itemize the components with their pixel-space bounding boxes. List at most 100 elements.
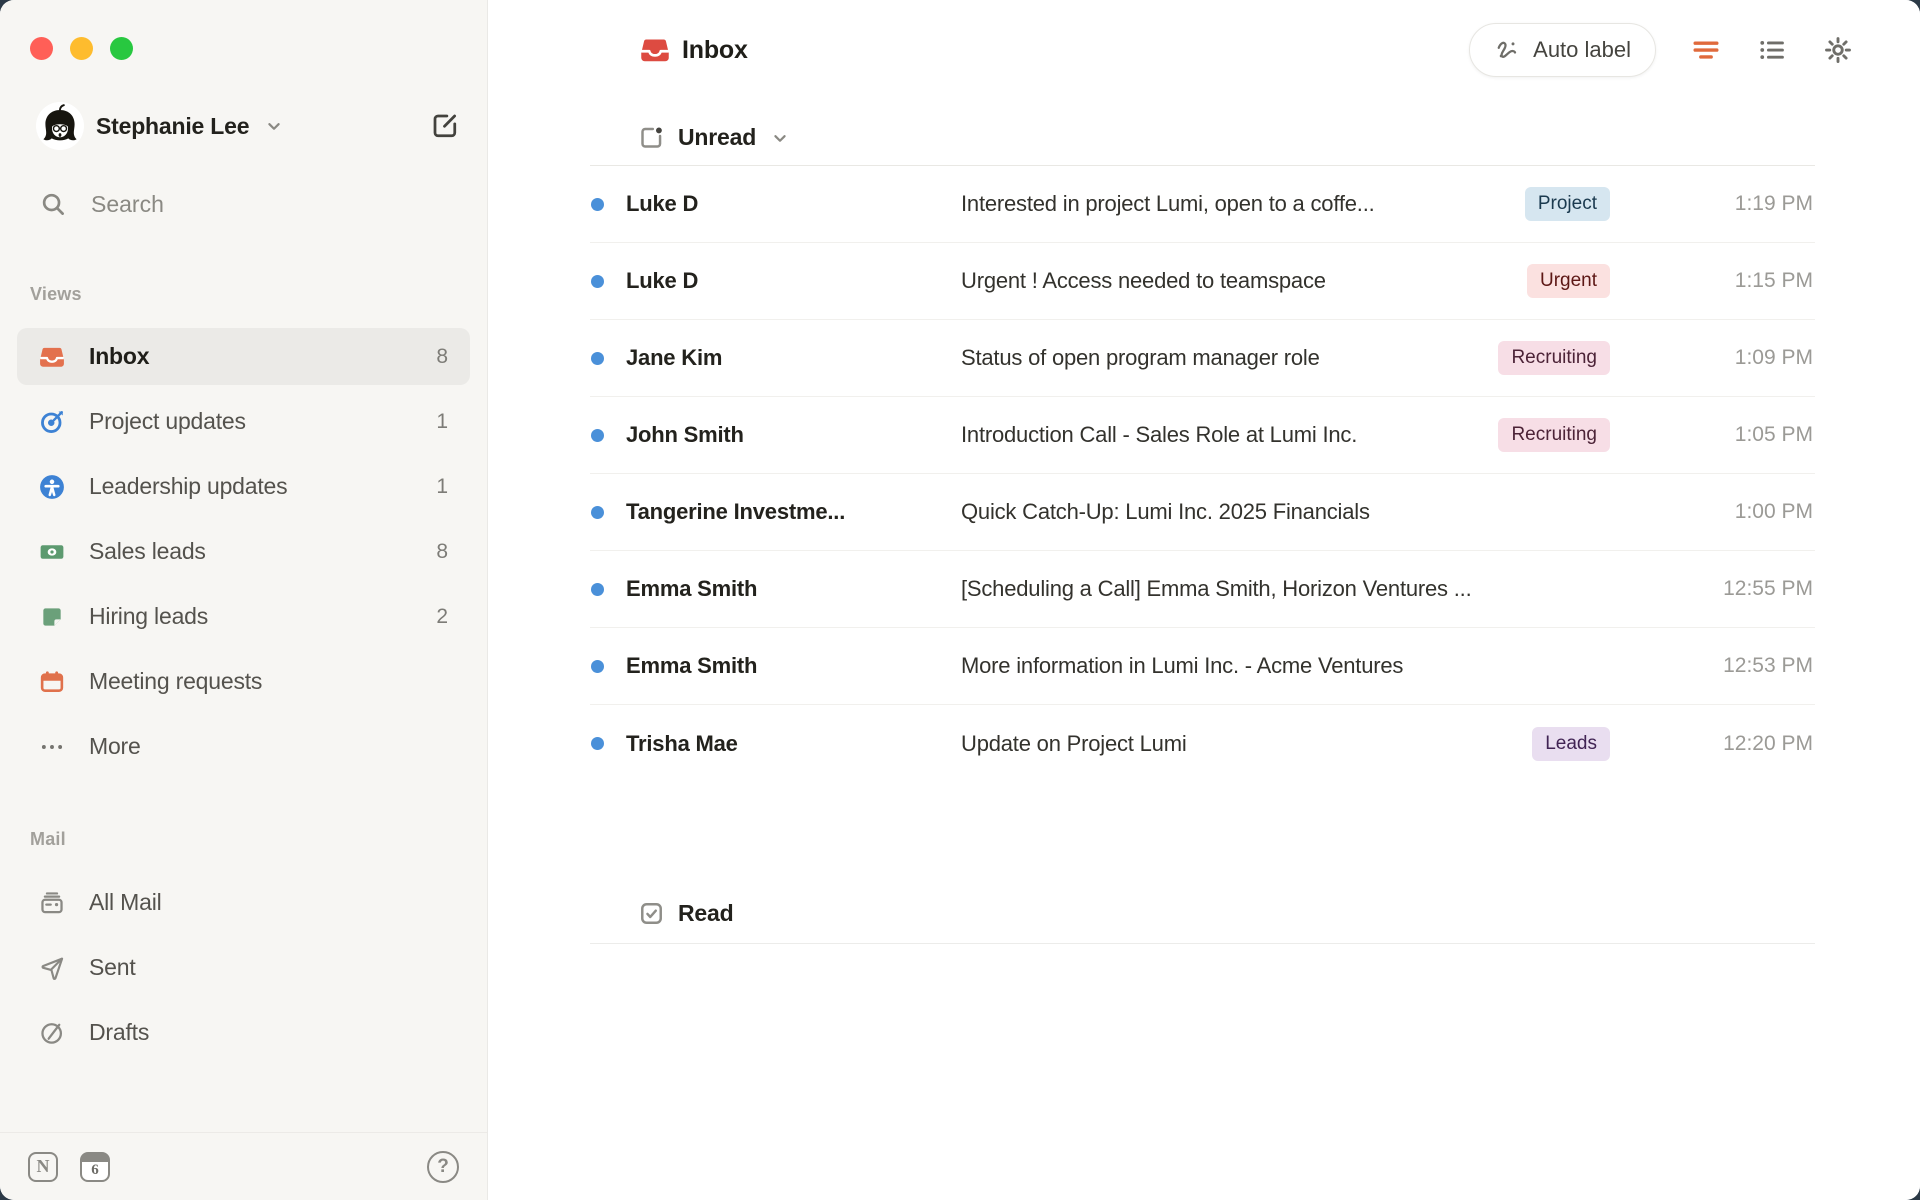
sidebar-item-more[interactable]: More [17, 718, 470, 775]
email-list: Luke D Interested in project Lumi, open … [590, 166, 1815, 782]
mail-nav: All Mail Sent Drafts [17, 874, 470, 1069]
sidebar-item-label: Drafts [89, 1019, 149, 1046]
read-section-label: Read [678, 900, 733, 927]
email-subject: Interested in project Lumi, open to a co… [961, 191, 1815, 217]
email-time: 1:09 PM [1735, 346, 1813, 370]
email-row[interactable]: Luke D Urgent ! Access needed to teamspa… [590, 243, 1815, 320]
main-header: Inbox Auto label [488, 0, 1920, 100]
notion-logo-badge[interactable]: N [28, 1152, 58, 1182]
unread-section-label: Unread [678, 124, 756, 151]
email-time: 12:55 PM [1723, 577, 1813, 601]
email-sender: Jane Kim [626, 345, 936, 371]
zoom-window-button[interactable] [110, 37, 133, 60]
sent-icon [39, 955, 65, 981]
chevron-down-icon [263, 115, 285, 137]
email-time: 1:00 PM [1735, 500, 1813, 524]
sidebar-item-label: More [89, 733, 141, 760]
sidebar-item-count: 2 [436, 605, 448, 629]
sidebar-item-label: Leadership updates [89, 473, 287, 500]
sidebar-item-drafts[interactable]: Drafts [17, 1004, 470, 1061]
settings-button[interactable] [1822, 34, 1854, 66]
target-icon [39, 409, 65, 435]
calendar-badge[interactable]: 6 [80, 1152, 110, 1182]
header-controls: Auto label [1469, 23, 1854, 77]
unread-dot-icon [591, 506, 604, 519]
auto-label-text: Auto label [1533, 37, 1631, 63]
email-sender: Tangerine Investme... [626, 499, 936, 525]
sidebar-item-inbox[interactable]: Inbox 8 [17, 328, 470, 385]
email-row[interactable]: Luke D Interested in project Lumi, open … [590, 166, 1815, 243]
checkbox-checked-icon [638, 900, 665, 927]
sidebar-item-leadership-updates[interactable]: Leadership updates 1 [17, 458, 470, 515]
chevron-down-icon [769, 127, 791, 149]
unread-dot-icon [591, 352, 604, 365]
unread-section-header[interactable]: Unread [590, 110, 1815, 166]
views-section-label: Views [30, 284, 82, 305]
sidebar-item-count: 8 [436, 345, 448, 369]
email-tag[interactable]: Urgent [1527, 264, 1610, 298]
email-time: 12:53 PM [1723, 654, 1813, 678]
unread-dot-icon [591, 275, 604, 288]
email-time: 12:20 PM [1723, 732, 1813, 756]
email-subject: Quick Catch-Up: Lumi Inc. 2025 Financial… [961, 499, 1815, 525]
auto-label-button[interactable]: Auto label [1469, 23, 1656, 77]
sidebar-item-count: 1 [436, 410, 448, 434]
email-subject: [Scheduling a Call] Emma Smith, Horizon … [961, 576, 1815, 602]
drafts-icon [39, 1020, 65, 1046]
sidebar-item-count: 8 [436, 540, 448, 564]
email-tag[interactable]: Leads [1532, 727, 1610, 761]
email-row[interactable]: John Smith Introduction Call - Sales Rol… [590, 397, 1815, 474]
app-window: Stephanie Lee Search Views [0, 0, 1920, 1200]
email-sender: Luke D [626, 268, 936, 294]
email-row[interactable]: Emma Smith More information in Lumi Inc.… [590, 628, 1815, 705]
read-section-header[interactable]: Read [590, 884, 1815, 944]
profile-switcher[interactable]: Stephanie Lee [36, 102, 465, 150]
sidebar-item-sales-leads[interactable]: Sales leads 8 [17, 523, 470, 580]
sidebar-item-all-mail[interactable]: All Mail [17, 874, 470, 931]
search-button[interactable]: Search [40, 182, 465, 226]
help-button[interactable]: ? [427, 1151, 459, 1183]
sidebar-item-label: Meeting requests [89, 668, 262, 695]
email-subject: Urgent ! Access needed to teamspace [961, 268, 1815, 294]
unread-dot-icon [591, 737, 604, 750]
sidebar-item-hiring-leads[interactable]: Hiring leads 2 [17, 588, 470, 645]
email-sender: John Smith [626, 422, 936, 448]
sidebar-item-meeting-requests[interactable]: Meeting requests [17, 653, 470, 710]
mail-section-label: Mail [30, 829, 66, 850]
email-tag[interactable]: Recruiting [1498, 341, 1610, 375]
filter-button[interactable] [1690, 34, 1722, 66]
email-time: 1:15 PM [1735, 269, 1813, 293]
sidebar-item-label: Hiring leads [89, 603, 208, 630]
list-icon [1757, 35, 1787, 65]
email-tag[interactable]: Project [1525, 187, 1610, 221]
sidebar-item-project-updates[interactable]: Project updates 1 [17, 393, 470, 450]
email-row[interactable]: Tangerine Investme... Quick Catch-Up: Lu… [590, 474, 1815, 551]
email-tag[interactable]: Recruiting [1498, 418, 1610, 452]
close-window-button[interactable] [30, 37, 53, 60]
page-title: Inbox [682, 36, 748, 65]
search-label: Search [91, 191, 164, 218]
sidebar-item-label: Project updates [89, 408, 246, 435]
list-view-button[interactable] [1756, 34, 1788, 66]
email-sender: Trisha Mae [626, 731, 936, 757]
window-controls [30, 37, 133, 60]
search-icon [40, 191, 67, 218]
gear-icon [1823, 35, 1853, 65]
email-row[interactable]: Trisha Mae Update on Project Lumi Leads … [590, 705, 1815, 782]
email-row[interactable]: Emma Smith [Scheduling a Call] Emma Smit… [590, 551, 1815, 628]
compose-button[interactable] [425, 106, 465, 146]
profile-name: Stephanie Lee [96, 113, 249, 140]
email-row[interactable]: Jane Kim Status of open program manager … [590, 320, 1815, 397]
email-subject: Update on Project Lumi [961, 731, 1815, 757]
sidebar-footer: N 6 ? [0, 1132, 487, 1200]
sidebar-item-label: Sent [89, 954, 136, 981]
minimize-window-button[interactable] [70, 37, 93, 60]
inbox-icon [640, 35, 670, 65]
email-sender: Emma Smith [626, 576, 936, 602]
views-nav: Inbox 8 Project updates 1 [17, 328, 470, 783]
sidebar-item-sent[interactable]: Sent [17, 939, 470, 996]
email-sender: Luke D [626, 191, 936, 217]
main-content: Inbox Auto label [488, 0, 1920, 1200]
sidebar: Stephanie Lee Search Views [0, 0, 488, 1200]
unread-dot-icon [591, 583, 604, 596]
